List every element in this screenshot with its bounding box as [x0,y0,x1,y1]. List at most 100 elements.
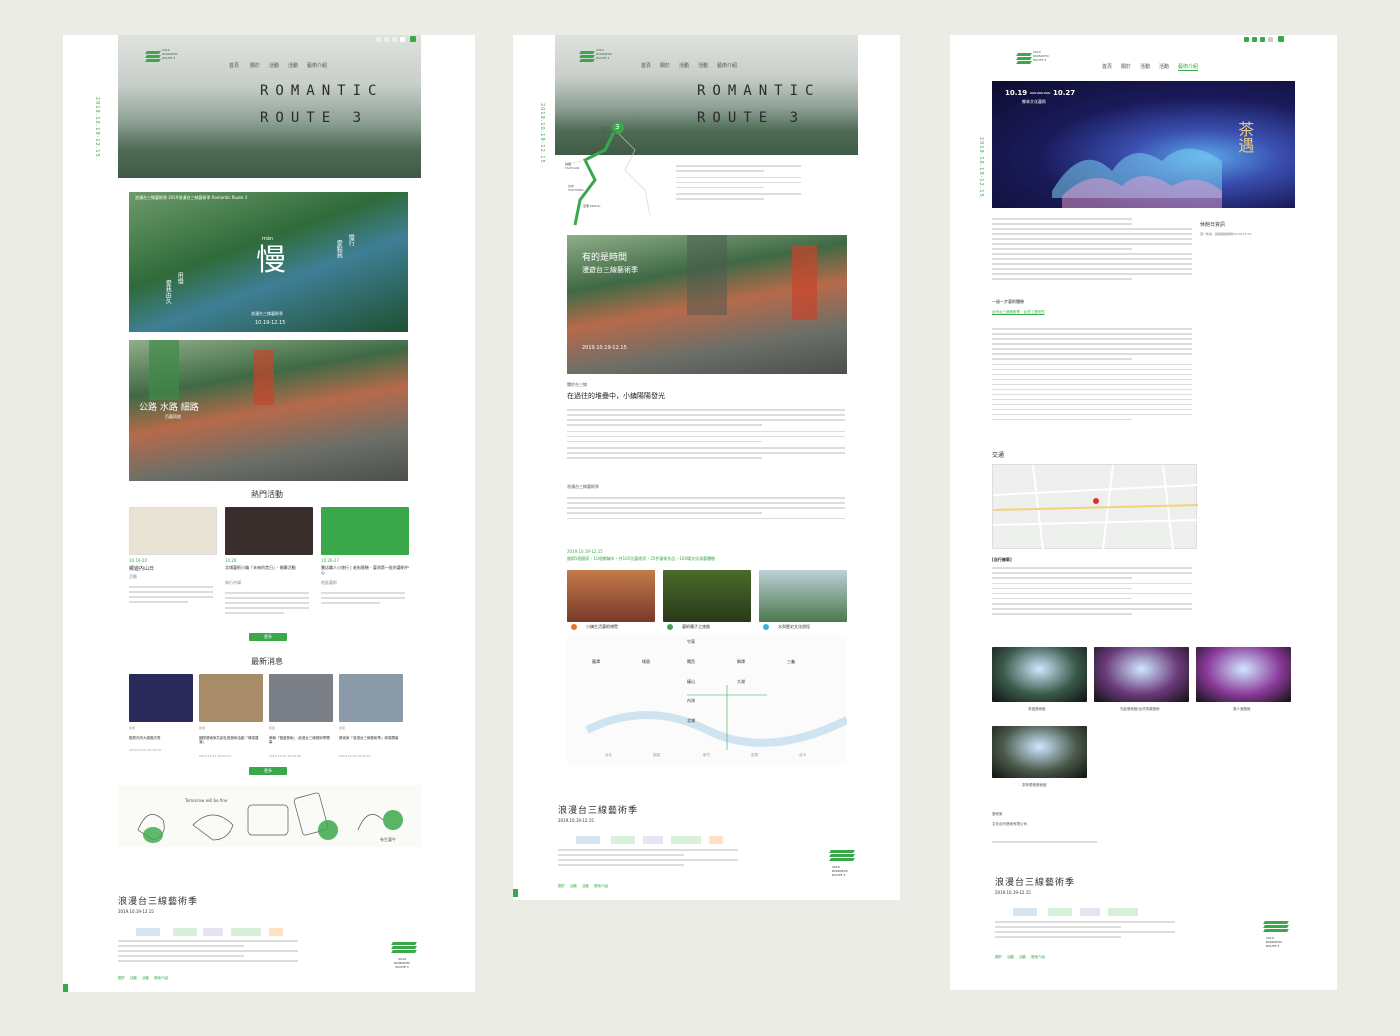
route-town-9[interactable]: 北埔 [687,718,695,724]
poster-date: 10.19-12.15 [255,320,286,326]
route-town-7[interactable]: 龍潭 [592,659,600,665]
hot-event-image-3[interactable] [321,507,409,555]
gallery-image-2[interactable] [1094,647,1189,702]
hot-event-image-1[interactable] [129,507,217,555]
nav-item-about[interactable]: 關於 [250,62,260,69]
footer-link-1[interactable]: 關於 [995,955,1002,959]
nav-item-events[interactable]: 活動 [269,62,279,69]
comic-end: 有生藝牛 [380,837,396,842]
route-town-5[interactable]: 三義 [787,659,795,665]
footer-link-1[interactable]: 關於 [558,884,565,888]
youtube-icon[interactable] [392,37,397,42]
site-logo[interactable]: 2019 ROMANTIC ROUTE 3 [145,48,186,71]
feature-photo[interactable]: 有的是時間 漫遊台三線藝術季 2019.10.19-12.15 [567,235,847,374]
news-more-button[interactable]: 更多 [249,767,287,775]
social-icons [376,36,420,43]
footer-logo: 2019 ROMANTIC ROUTE 3 [1260,921,1292,961]
footer-link-3[interactable]: 活動 [582,884,589,888]
nav-item-home[interactable]: 首頁 [229,62,239,69]
route-town-1[interactable]: 竹東 [687,639,695,645]
transport-title: 交通 [992,452,1005,459]
menu-icon[interactable] [410,36,416,42]
lang-toggle[interactable] [1268,37,1273,42]
about-label: 關於台三線 [567,382,587,387]
location-map[interactable] [992,464,1198,550]
map-label-miaoli: 苗栗 MIAOLI [583,204,601,208]
hot-event-title-2[interactable]: 北埔藝術小鎮「未來的昔日」- 開幕活動 [225,565,313,571]
news-image-3[interactable] [269,674,333,722]
gallery-image-4[interactable] [992,726,1087,778]
highlight-date: 2019.10.19-12.15 [567,549,603,554]
credit-text: 文化台灣藝術有限公司 [992,822,1027,826]
gallery-image-1[interactable] [992,647,1087,702]
news-image-2[interactable] [199,674,263,722]
news-image-1[interactable] [129,674,193,722]
news-item-title-2[interactable]: 國際藝術家共創社區藝術活動「情感展演」 [199,736,261,744]
hot-event-title-1[interactable]: 鄉遊內山日 [129,566,154,572]
route-town-8[interactable]: 內灣 [687,698,695,704]
news-tag-4: 新聞 [339,726,346,730]
footer-logo: 2019 ROMANTIC ROUTE 3 [388,942,420,982]
hero-title-1: ROMANTIC [260,83,384,99]
poster-place: 鄉林文化藝術 [1022,99,1046,104]
route-town-2[interactable]: 峨眉 [642,659,650,665]
poster-street[interactable]: 公路 水路 細路 百藝齊放 [129,340,408,481]
footer-link-2[interactable]: 活動 [130,976,137,980]
footer-link-4[interactable]: 藝術介紹 [1031,955,1045,959]
gallery-image-3[interactable] [1196,647,1291,702]
footer-link-2[interactable]: 活動 [570,884,577,888]
route-town-10[interactable]: 橫山 [687,679,695,685]
route-town-3[interactable]: 關西 [687,659,695,665]
hot-event-title-3[interactable]: 書店職人小旅行 | 老街實驗 - 臺灣第一批的藝術中心 [321,565,409,576]
footer-link-2[interactable]: 活動 [1007,955,1014,959]
nav-item-activities[interactable]: 活動 [1159,63,1169,70]
nav-item-activities[interactable]: 活動 [288,62,298,69]
poster-side-left: 愛我由久 [164,280,172,304]
nav-item-home[interactable]: 首頁 [641,62,651,69]
instagram-icon[interactable] [1252,37,1257,42]
feature-image-3[interactable] [759,570,847,622]
nav-item-events[interactable]: 活動 [679,62,689,69]
axis-label-5: 台中 [799,753,806,757]
feature-label-2[interactable]: 藝術種子之旅路 [682,624,710,630]
feature-image-2[interactable] [663,570,751,622]
route-town-4[interactable]: 獅潭 [737,659,745,665]
event-poster[interactable]: 10.19 ——— 10.27 鄉林文化藝術 茶遇 [992,81,1295,208]
experience-link[interactable]: 台灣台三線藝術季・台灣工藝研究 [992,310,1045,314]
feature-image-1[interactable] [567,570,655,622]
menu-icon[interactable] [1278,36,1284,42]
nav-item-home[interactable]: 首頁 [1102,63,1112,70]
feature-label-1[interactable]: 小鎮生活藝術博覽 [586,624,618,630]
lang-toggle[interactable] [400,37,405,42]
closing-info-text: 週一休館，其他開放時間09:00-17:00 [1200,232,1252,236]
poster-slow[interactable]: 浪漫台三線藝術季 2019浪漫台三線藝術季 Romantic Route 3 m… [129,192,408,332]
feature-label-3[interactable]: 水與歷史文化遊徑 [778,624,810,630]
facebook-icon[interactable] [376,37,381,42]
nav-item-about[interactable]: 關於 [1121,63,1131,70]
hot-event-image-2[interactable] [225,507,313,555]
footer-link-3[interactable]: 活動 [1019,955,1026,959]
footer-link-3[interactable]: 活動 [142,976,149,980]
nav-item-activities[interactable]: 活動 [698,62,708,69]
route-town-6[interactable]: 大湖 [737,679,745,685]
hot-more-button[interactable]: 更多 [249,633,287,641]
footer-link-4[interactable]: 藝術介紹 [594,884,608,888]
footer-link-1[interactable]: 關於 [118,976,125,980]
news-item-title-1[interactable]: 歡慶內灣大橋燈光秀 [129,736,191,740]
instagram-icon[interactable] [384,37,389,42]
youtube-icon[interactable] [1260,37,1265,42]
hot-event-date-1: 10.19-20 [129,558,147,563]
nav-item-about[interactable]: 關於 [660,62,670,69]
nav-item-art[interactable]: 藝術介紹 [1178,63,1199,71]
nav-item-art[interactable]: 藝術介紹 [307,62,327,69]
about-body [567,409,845,462]
nav-item-events[interactable]: 活動 [1140,63,1150,70]
site-logo[interactable]: 2019 ROMANTIC ROUTE 3 [1016,50,1057,73]
news-image-4[interactable] [339,674,403,722]
news-item-title-4[interactable]: 藝術家「浪漫台三線藝術季」即將開幕 [339,736,401,740]
news-item-title-3[interactable]: 串聯「慢遊藝術」-浪漫台三線藝術季開幕 [269,736,331,744]
footer-link-4[interactable]: 藝術介紹 [154,976,168,980]
facebook-icon[interactable] [1244,37,1249,42]
site-logo[interactable]: 2019 ROMANTIC ROUTE 3 [579,48,620,71]
nav-item-art[interactable]: 藝術介紹 [717,62,737,69]
